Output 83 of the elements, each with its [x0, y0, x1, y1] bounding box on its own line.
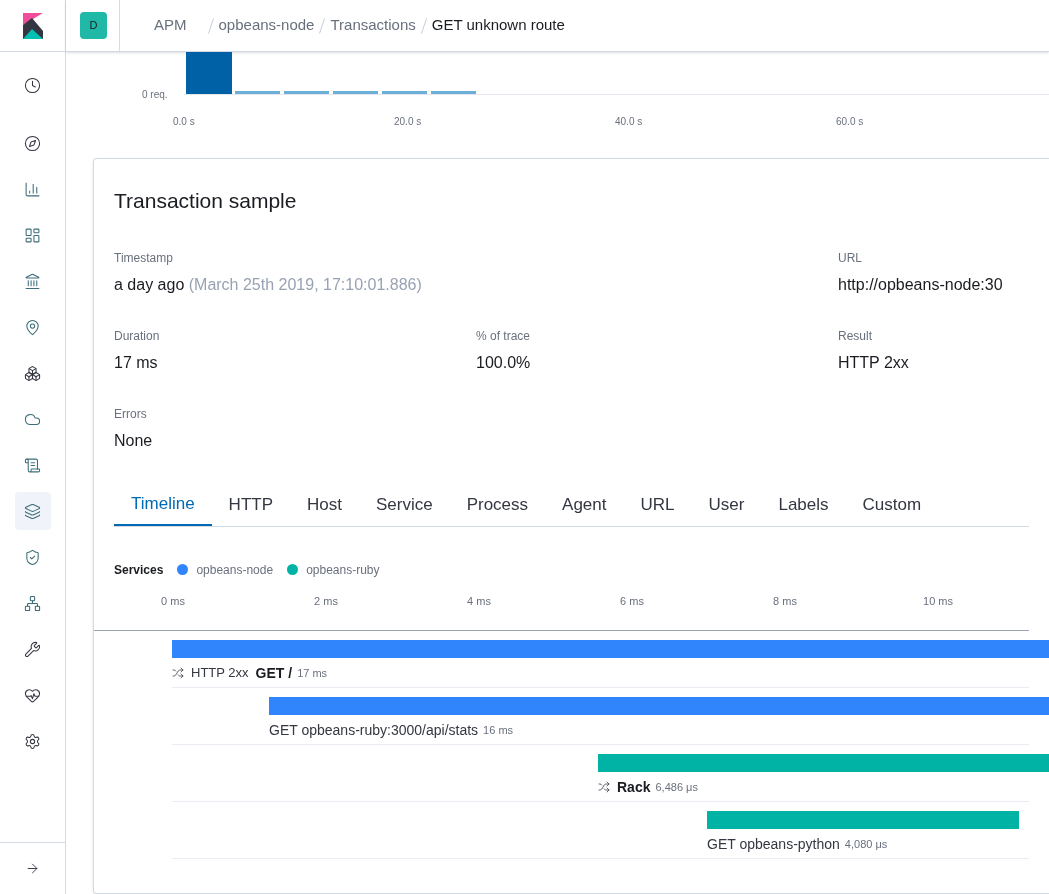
service-name: opbeans-ruby	[306, 561, 380, 579]
card-title: Transaction sample	[114, 188, 298, 214]
shield-check-icon	[24, 548, 41, 566]
transaction-icon	[172, 667, 184, 679]
tab[interactable]: Process	[449, 484, 546, 526]
x-axis-label: 20.0 s	[394, 115, 422, 129]
breadcrumb-separator	[207, 17, 214, 34]
expand-icon[interactable]	[25, 861, 40, 876]
breadcrumb[interactable]: opbeans-node	[218, 14, 315, 37]
span-name: Rack	[617, 777, 651, 797]
field-value: 17 ms	[114, 352, 159, 373]
histogram-bar	[284, 91, 329, 94]
clock-icon	[24, 76, 41, 94]
field-value: http://opbeans-node:30	[838, 274, 1004, 295]
building-icon	[24, 272, 41, 290]
span-bar[interactable]	[172, 639, 1049, 658]
breadcrumb-separator	[420, 17, 427, 34]
span-duration: 4,080 μs	[844, 836, 888, 852]
tab[interactable]: HTTP	[211, 484, 290, 526]
transaction-icon	[598, 781, 610, 793]
span-bar[interactable]	[269, 696, 1049, 715]
breadcrumb[interactable]: Transactions	[330, 14, 416, 37]
histogram-bar	[382, 91, 427, 94]
y-axis-label: 0 req.	[142, 88, 168, 102]
layers-icon	[24, 502, 41, 520]
span-name: GET opbeans-ruby:3000/api/stats	[269, 720, 479, 740]
bar-chart-icon	[24, 180, 41, 198]
tab[interactable]: Agent	[545, 484, 624, 526]
field-label: Timestamp	[114, 249, 174, 267]
span-bar[interactable]	[598, 753, 1049, 772]
span-name: GET /	[255, 663, 293, 683]
tab[interactable]: Timeline	[114, 484, 212, 526]
services-label: Services	[114, 561, 164, 579]
breadcrumb[interactable]: APM	[154, 14, 187, 37]
sidebar-item[interactable]	[14, 492, 51, 530]
service-name: opbeans-node	[196, 561, 274, 579]
settings-icon	[24, 732, 41, 750]
span-bar[interactable]	[707, 810, 1019, 829]
boxes-icon	[24, 364, 41, 382]
x-axis-label: 40.0 s	[615, 115, 643, 129]
field-label: Result	[838, 327, 873, 345]
breadcrumb: GET unknown route	[431, 15, 565, 36]
histogram-bar	[186, 52, 232, 94]
field-label: Errors	[114, 405, 148, 423]
scroll-icon	[24, 456, 41, 474]
histogram-bar	[235, 91, 280, 94]
span-name: GET opbeans-python	[707, 834, 840, 854]
compass-icon	[24, 134, 41, 152]
space-avatar[interactable]: D	[80, 12, 107, 39]
time-tick: 2 ms	[314, 593, 338, 609]
tab[interactable]: Host	[290, 484, 359, 526]
network-icon	[24, 594, 41, 612]
breadcrumb-separator	[319, 17, 326, 34]
span-duration: 6,486 μs	[655, 779, 698, 795]
heart-pulse-icon	[24, 686, 41, 704]
wrench-icon	[24, 640, 41, 658]
map-pin-icon	[24, 318, 41, 336]
time-tick: 6 ms	[620, 593, 644, 609]
span-duration: 16 ms	[483, 722, 514, 738]
time-tick: 4 ms	[467, 593, 491, 609]
histogram-bar	[333, 91, 378, 94]
logo-icon[interactable]	[22, 12, 43, 39]
field-value: 100.0%	[476, 352, 532, 373]
time-tick: 10 ms	[923, 593, 953, 609]
tab[interactable]: URL	[623, 484, 692, 526]
time-tick: 0 ms	[161, 593, 185, 609]
time-tick: 8 ms	[773, 593, 797, 609]
field-label: % of trace	[476, 327, 532, 345]
field-label: URL	[838, 249, 863, 267]
histogram-bar	[431, 91, 476, 94]
span-duration: 17 ms	[297, 665, 328, 681]
dashboard-icon	[24, 226, 41, 244]
tab[interactable]: Custom	[845, 484, 939, 526]
field-value: None	[114, 430, 154, 451]
x-axis-label: 0.0 s	[173, 115, 195, 129]
tab[interactable]: Labels	[761, 484, 846, 526]
tab[interactable]: User	[691, 484, 762, 526]
span-result: HTTP 2xx	[191, 664, 249, 683]
tab[interactable]: Service	[358, 484, 450, 526]
x-axis-label: 60.0 s	[836, 115, 864, 129]
field-label: Duration	[114, 327, 161, 345]
field-value: a day ago (March 25th 2019, 17:10:01.886)	[114, 274, 423, 295]
field-value: HTTP 2xx	[838, 352, 910, 373]
